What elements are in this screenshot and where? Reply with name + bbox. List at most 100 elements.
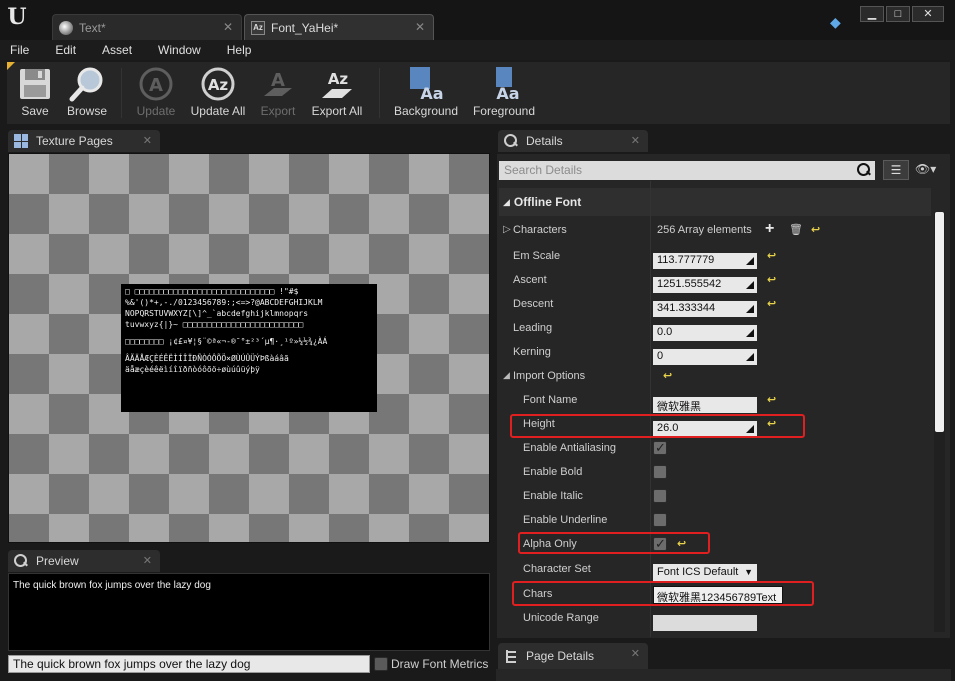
toolbar: Save Browse A Update Az Update All A Exp… [6,61,951,125]
tab-label: Texture Pages [36,134,113,148]
svg-text:Aa: Aa [420,84,443,103]
em-scale-input[interactable]: 113.777779 [653,253,757,269]
prop-character-set: Character Set Font ICS Default ▼ [499,557,931,582]
search-details-input[interactable]: Search Details [499,161,875,180]
chevron-down-icon: ▼ [744,567,753,577]
reset-to-default-icon[interactable]: ↩ [811,223,820,236]
grid-icon [14,134,28,148]
menu-window[interactable]: Window [154,43,205,57]
expand-triangle-icon[interactable]: ▷ [503,224,511,235]
menu-asset[interactable]: Asset [98,43,136,57]
close-icon[interactable]: ✕ [143,134,152,147]
tree-hierarchy-icon [504,649,518,663]
font-export-all-icon: Az [307,64,367,104]
trash-icon[interactable]: 🗑 [789,223,803,236]
prop-enable-underline: Enable Underline [499,509,931,533]
texture-pages-viewport[interactable]: □ □□□□□□□□□□□□□□□□□□□□□□□□□□□□□ !"#$ %&'… [8,153,490,543]
magnifier-icon [14,554,28,568]
add-element-icon[interactable]: + [765,220,774,238]
preview-text-input[interactable]: The quick brown fox jumps over the lazy … [8,655,370,673]
toolbar-corner-accent [7,62,15,70]
search-placeholder: Search Details [504,163,583,177]
characters-array-count: 256 Array elements [657,224,752,236]
draw-font-metrics-toggle[interactable]: Draw Font Metrics [374,655,488,673]
descent-input[interactable]: 341.333344 [653,301,757,317]
search-icon[interactable] [857,163,871,177]
tab-font-yahei[interactable]: Az Font_YaHei* ✕ [244,14,434,40]
close-window-button[interactable]: ✕ [912,6,944,22]
character-set-dropdown[interactable]: Font ICS Default ▼ [653,564,757,582]
browse-button[interactable]: Browse [63,64,111,122]
offline-font-section-header[interactable]: ◢ Offline Font [499,188,931,216]
toolbar-separator [379,68,380,118]
svg-text:A: A [149,75,163,96]
tab-page-details[interactable]: Page Details ✕ [498,643,648,669]
drag-grip-icon[interactable] [744,303,754,313]
atlas-line: äåæçèéêëìíîïðñòóôõö÷øùúûüýþÿ [125,365,260,374]
enable-antialiasing-checkbox[interactable] [653,440,667,456]
menu-file[interactable]: File [6,43,33,57]
list-view-icon[interactable]: ☰ [883,160,909,180]
menu-help[interactable]: Help [223,43,256,57]
toolbar-separator [121,68,122,118]
tab-texture-pages[interactable]: Texture Pages ✕ [8,130,160,152]
leading-input[interactable]: 0.0 [653,325,757,341]
update-button[interactable]: A Update [133,64,179,122]
close-icon[interactable]: ✕ [143,554,152,567]
ascent-input[interactable]: 1251.555542 [653,277,757,293]
background-color-icon: Aa [391,64,461,104]
foreground-button[interactable]: Aa Foreground [469,64,539,122]
prop-leading: Leading 0.0 [499,317,931,341]
atlas-line: ÂÃÄÅÆÇÈÉÊËÌÍÎÏÐÑÒÓÔÕÖ×ØÙÚÛÜÝÞßàáâã [125,354,289,363]
tab-details[interactable]: Details ✕ [498,130,648,152]
draw-font-metrics-checkbox[interactable] [374,657,388,671]
collapse-triangle-icon[interactable]: ◢ [503,370,510,381]
reset-to-default-icon[interactable]: ↩ [663,369,672,382]
source-control-cube-icon[interactable]: ◆ [830,14,846,30]
prop-font-name: Font Name 微软雅黑 ↩ [523,393,777,413]
close-icon[interactable]: ✕ [631,134,640,147]
prop-characters: ▷ Characters 256 Array elements + 🗑 ↩ [503,220,821,238]
tab-label: Page Details [526,649,595,663]
export-button[interactable]: A Export [257,64,299,122]
close-icon[interactable]: ✕ [223,20,233,34]
unicode-range-input[interactable] [653,615,757,631]
enable-italic-checkbox[interactable] [653,489,667,503]
update-all-button[interactable]: Az Update All [187,64,249,122]
export-all-button[interactable]: Az Export All [307,64,367,122]
floppy-disk-icon [15,64,55,104]
enable-bold-checkbox[interactable] [653,465,667,479]
close-icon[interactable]: ✕ [631,647,640,660]
atlas-line: %&'()*+,-./0123456789:;<=>?@ABCDEFGHIJKL… [125,298,323,307]
close-icon[interactable]: ✕ [415,20,425,34]
menu-edit[interactable]: Edit [51,43,80,57]
reset-to-default-icon[interactable]: ↩ [767,297,776,310]
maximize-button[interactable]: □ [886,6,910,22]
tab-preview[interactable]: Preview ✕ [8,550,160,572]
tab-label: Text* [79,20,106,35]
atlas-line: □□□□□□□□ ¡¢£¤¥¦§¨©ª«¬-®¯°±²³´µ¶·¸¹º»¼½¾¿… [125,337,328,346]
collapse-triangle-icon[interactable]: ◢ [503,197,510,208]
reset-to-default-icon[interactable]: ↩ [767,249,776,262]
drag-grip-icon[interactable] [744,351,754,361]
enable-underline-checkbox[interactable] [653,513,667,527]
details-panel: Search Details ☰ 👁▾ ◢ Offline Font ▷ Cha… [496,153,951,639]
prop-import-options[interactable]: ◢ Import Options ↩ [499,365,931,389]
kerning-input[interactable]: 0 [653,349,757,365]
tab-text-material[interactable]: Text* ✕ [52,14,242,40]
reset-to-default-icon[interactable]: ↩ [767,393,776,406]
drag-grip-icon[interactable] [744,279,754,289]
drag-grip-icon[interactable] [744,255,754,265]
tab-label: Font_YaHei* [271,20,339,35]
atlas-line: □ □□□□□□□□□□□□□□□□□□□□□□□□□□□□□ !"#$ [125,287,299,296]
details-scrollbar-thumb[interactable] [935,212,944,432]
unreal-logo-icon[interactable]: U [4,4,30,30]
minimize-button[interactable]: ▁ [860,6,884,22]
save-button[interactable]: Save [15,64,55,122]
title-bar: U Text* ✕ Az Font_YaHei* ✕ ◆ ▁ □ ✕ [0,0,955,40]
font-name-input[interactable]: 微软雅黑 [653,397,757,413]
background-button[interactable]: Aa Background [391,64,461,122]
eye-visibility-icon[interactable]: 👁▾ [915,162,936,176]
drag-grip-icon[interactable] [744,327,754,337]
reset-to-default-icon[interactable]: ↩ [767,273,776,286]
